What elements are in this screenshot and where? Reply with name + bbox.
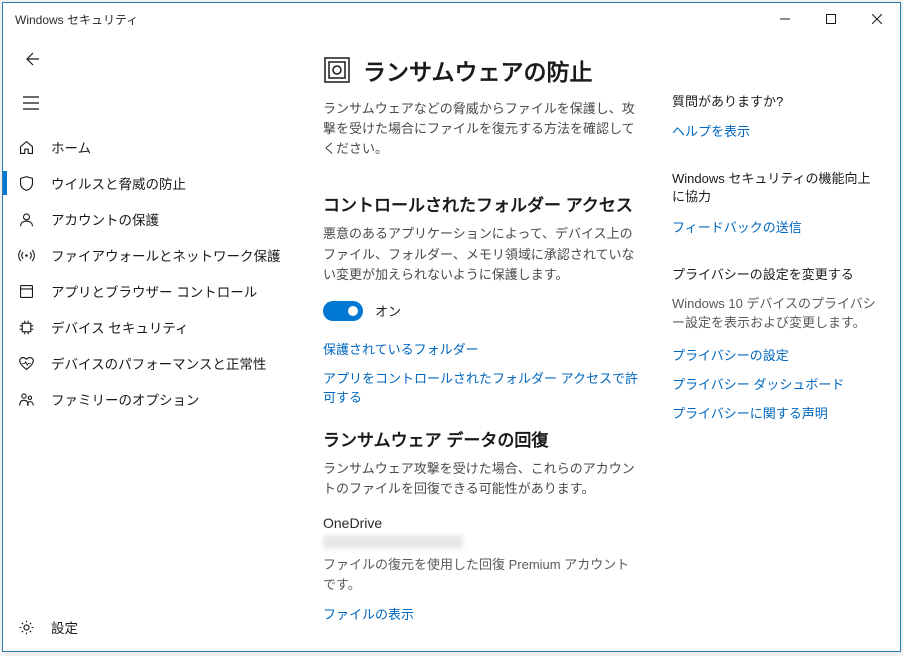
feedback-block: Windows セキュリティの機能向上に協力 フィードバックの送信: [672, 170, 880, 235]
maximize-button[interactable]: [808, 3, 854, 35]
page-title: ランサムウェアの防止: [363, 53, 593, 87]
privacy-settings-link[interactable]: プライバシーの設定: [672, 345, 880, 364]
page-header: ランサムウェアの防止: [323, 53, 640, 87]
close-button[interactable]: [854, 3, 900, 35]
sidebar-item-device-health[interactable]: デバイスのパフォーマンスと正常性: [3, 345, 303, 381]
cfa-toggle-row: オン: [323, 301, 640, 321]
sidebar-item-home[interactable]: ホーム: [3, 129, 303, 165]
ransomware-icon: [323, 56, 351, 84]
onedrive-description: ファイルの復元を使用した回復 Premium アカウントです。: [323, 555, 640, 594]
allow-app-link[interactable]: アプリをコントロールされたフォルダー アクセスで許可する: [323, 368, 640, 406]
feedback-link[interactable]: フィードバックの送信: [672, 217, 880, 236]
protected-folders-link[interactable]: 保護されているフォルダー: [323, 339, 640, 358]
nav-label: ウイルスと脅威の防止: [51, 173, 186, 193]
nav-label: デバイスのパフォーマンスと正常性: [51, 353, 266, 373]
nav-label: アプリとブラウザー コントロール: [51, 281, 257, 301]
home-icon: [17, 138, 35, 156]
cfa-toggle-label: オン: [375, 301, 401, 320]
help-title: 質問がありますか?: [672, 93, 880, 111]
view-files-link[interactable]: ファイルの表示: [323, 604, 640, 623]
heart-icon: [17, 354, 35, 372]
help-block: 質問がありますか? ヘルプを表示: [672, 93, 880, 140]
nav-label: デバイス セキュリティ: [51, 317, 189, 337]
sidebar-item-settings[interactable]: 設定: [3, 609, 303, 645]
privacy-block: プライバシーの設定を変更する Windows 10 デバイスのプライバシー設定を…: [672, 266, 880, 422]
nav-label: ファイアウォールとネットワーク保護: [51, 245, 281, 265]
privacy-statement-link[interactable]: プライバシーに関する声明: [672, 403, 880, 422]
main-content: ランサムウェアの防止 ランサムウェアなどの脅威からファイルを保護し、攻撃を受けた…: [323, 53, 640, 631]
titlebar: Windows セキュリティ: [3, 3, 900, 35]
shield-icon: [17, 174, 35, 192]
onedrive-label: OneDrive: [323, 515, 640, 531]
sidebar-item-app-browser[interactable]: アプリとブラウザー コントロール: [3, 273, 303, 309]
recovery-description: ランサムウェア攻撃を受けた場合、これらのアカウントのファイルを回復できる可能性が…: [323, 459, 640, 499]
window: Windows セキュリティ: [2, 2, 901, 652]
titlebar-controls: [762, 3, 900, 35]
sidebar-item-firewall[interactable]: ファイアウォールとネットワーク保護: [3, 237, 303, 273]
aside: 質問がありますか? ヘルプを表示 Windows セキュリティの機能向上に協力 …: [672, 53, 880, 631]
help-link[interactable]: ヘルプを表示: [672, 121, 880, 140]
recovery-section: ランサムウェア データの回復 ランサムウェア攻撃を受けた場合、これらのアカウント…: [323, 426, 640, 623]
onedrive-account-redacted: [323, 535, 463, 549]
nav-list: ホーム ウイルスと脅威の防止 アカウントの保護: [3, 129, 303, 651]
content: ホーム ウイルスと脅威の防止 アカウントの保護: [3, 35, 900, 651]
nav-label: ホーム: [51, 137, 91, 157]
feedback-title: Windows セキュリティの機能向上に協力: [672, 170, 880, 206]
sidebar-item-family[interactable]: ファミリーのオプション: [3, 381, 303, 417]
cfa-toggle[interactable]: [323, 301, 363, 321]
privacy-dashboard-link[interactable]: プライバシー ダッシュボード: [672, 374, 880, 393]
sidebar-item-account[interactable]: アカウントの保護: [3, 201, 303, 237]
privacy-title: プライバシーの設定を変更する: [672, 266, 880, 284]
privacy-description: Windows 10 デバイスのプライバシー設定を表示および変更します。: [672, 294, 880, 333]
sidebar-item-device-security[interactable]: デバイス セキュリティ: [3, 309, 303, 345]
nav-label: 設定: [51, 617, 78, 637]
app-icon: [17, 282, 35, 300]
hamburger-button[interactable]: [11, 85, 51, 121]
recovery-title: ランサムウェア データの回復: [323, 426, 640, 451]
antenna-icon: [17, 246, 35, 264]
nav-label: アカウントの保護: [51, 209, 159, 229]
page-description: ランサムウェアなどの脅威からファイルを保護し、攻撃を受けた場合にファイルを復元す…: [323, 99, 640, 159]
back-button[interactable]: [11, 41, 51, 77]
sidebar: ホーム ウイルスと脅威の防止 アカウントの保護: [3, 35, 303, 651]
main: ランサムウェアの防止 ランサムウェアなどの脅威からファイルを保護し、攻撃を受けた…: [303, 35, 900, 651]
window-title: Windows セキュリティ: [15, 11, 138, 28]
sidebar-item-virus[interactable]: ウイルスと脅威の防止: [3, 165, 303, 201]
minimize-button[interactable]: [762, 3, 808, 35]
chip-icon: [17, 318, 35, 336]
family-icon: [17, 390, 35, 408]
cfa-description: 悪意のあるアプリケーションによって、デバイス上のファイル、フォルダー、メモリ領域…: [323, 224, 640, 284]
person-icon: [17, 210, 35, 228]
cfa-title: コントロールされたフォルダー アクセス: [323, 191, 640, 216]
gear-icon: [17, 618, 35, 636]
nav-label: ファミリーのオプション: [51, 389, 200, 409]
